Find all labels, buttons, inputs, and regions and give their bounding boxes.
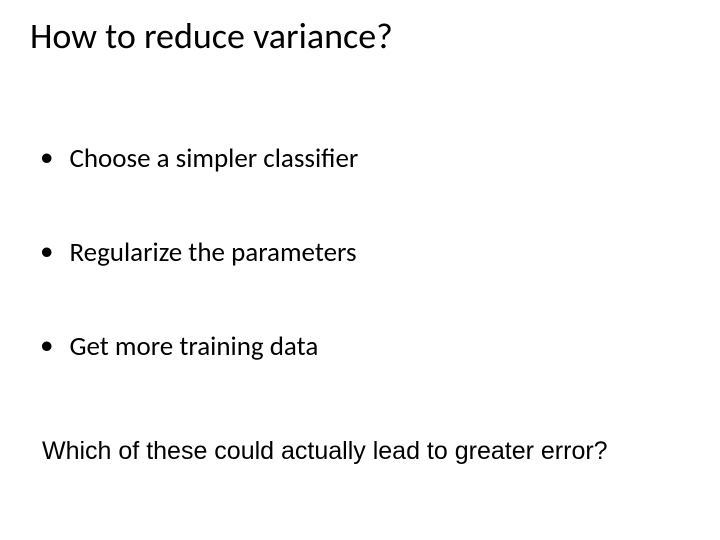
footer-question: Which of these could actually lead to gr… (42, 437, 608, 466)
bullet-text: Regularize the parameters (69, 236, 356, 269)
slide-title: How to reduce variance? (30, 14, 393, 58)
bullet-item: • Choose a simpler classifier (40, 142, 358, 175)
bullet-marker-icon: • (40, 142, 53, 174)
bullet-marker-icon: • (40, 330, 53, 362)
bullet-item: • Regularize the parameters (40, 236, 357, 269)
bullet-marker-icon: • (40, 236, 53, 268)
bullet-text: Choose a simpler classifier (69, 142, 358, 175)
bullet-item: • Get more training data (40, 330, 318, 363)
bullet-text: Get more training data (69, 330, 318, 363)
